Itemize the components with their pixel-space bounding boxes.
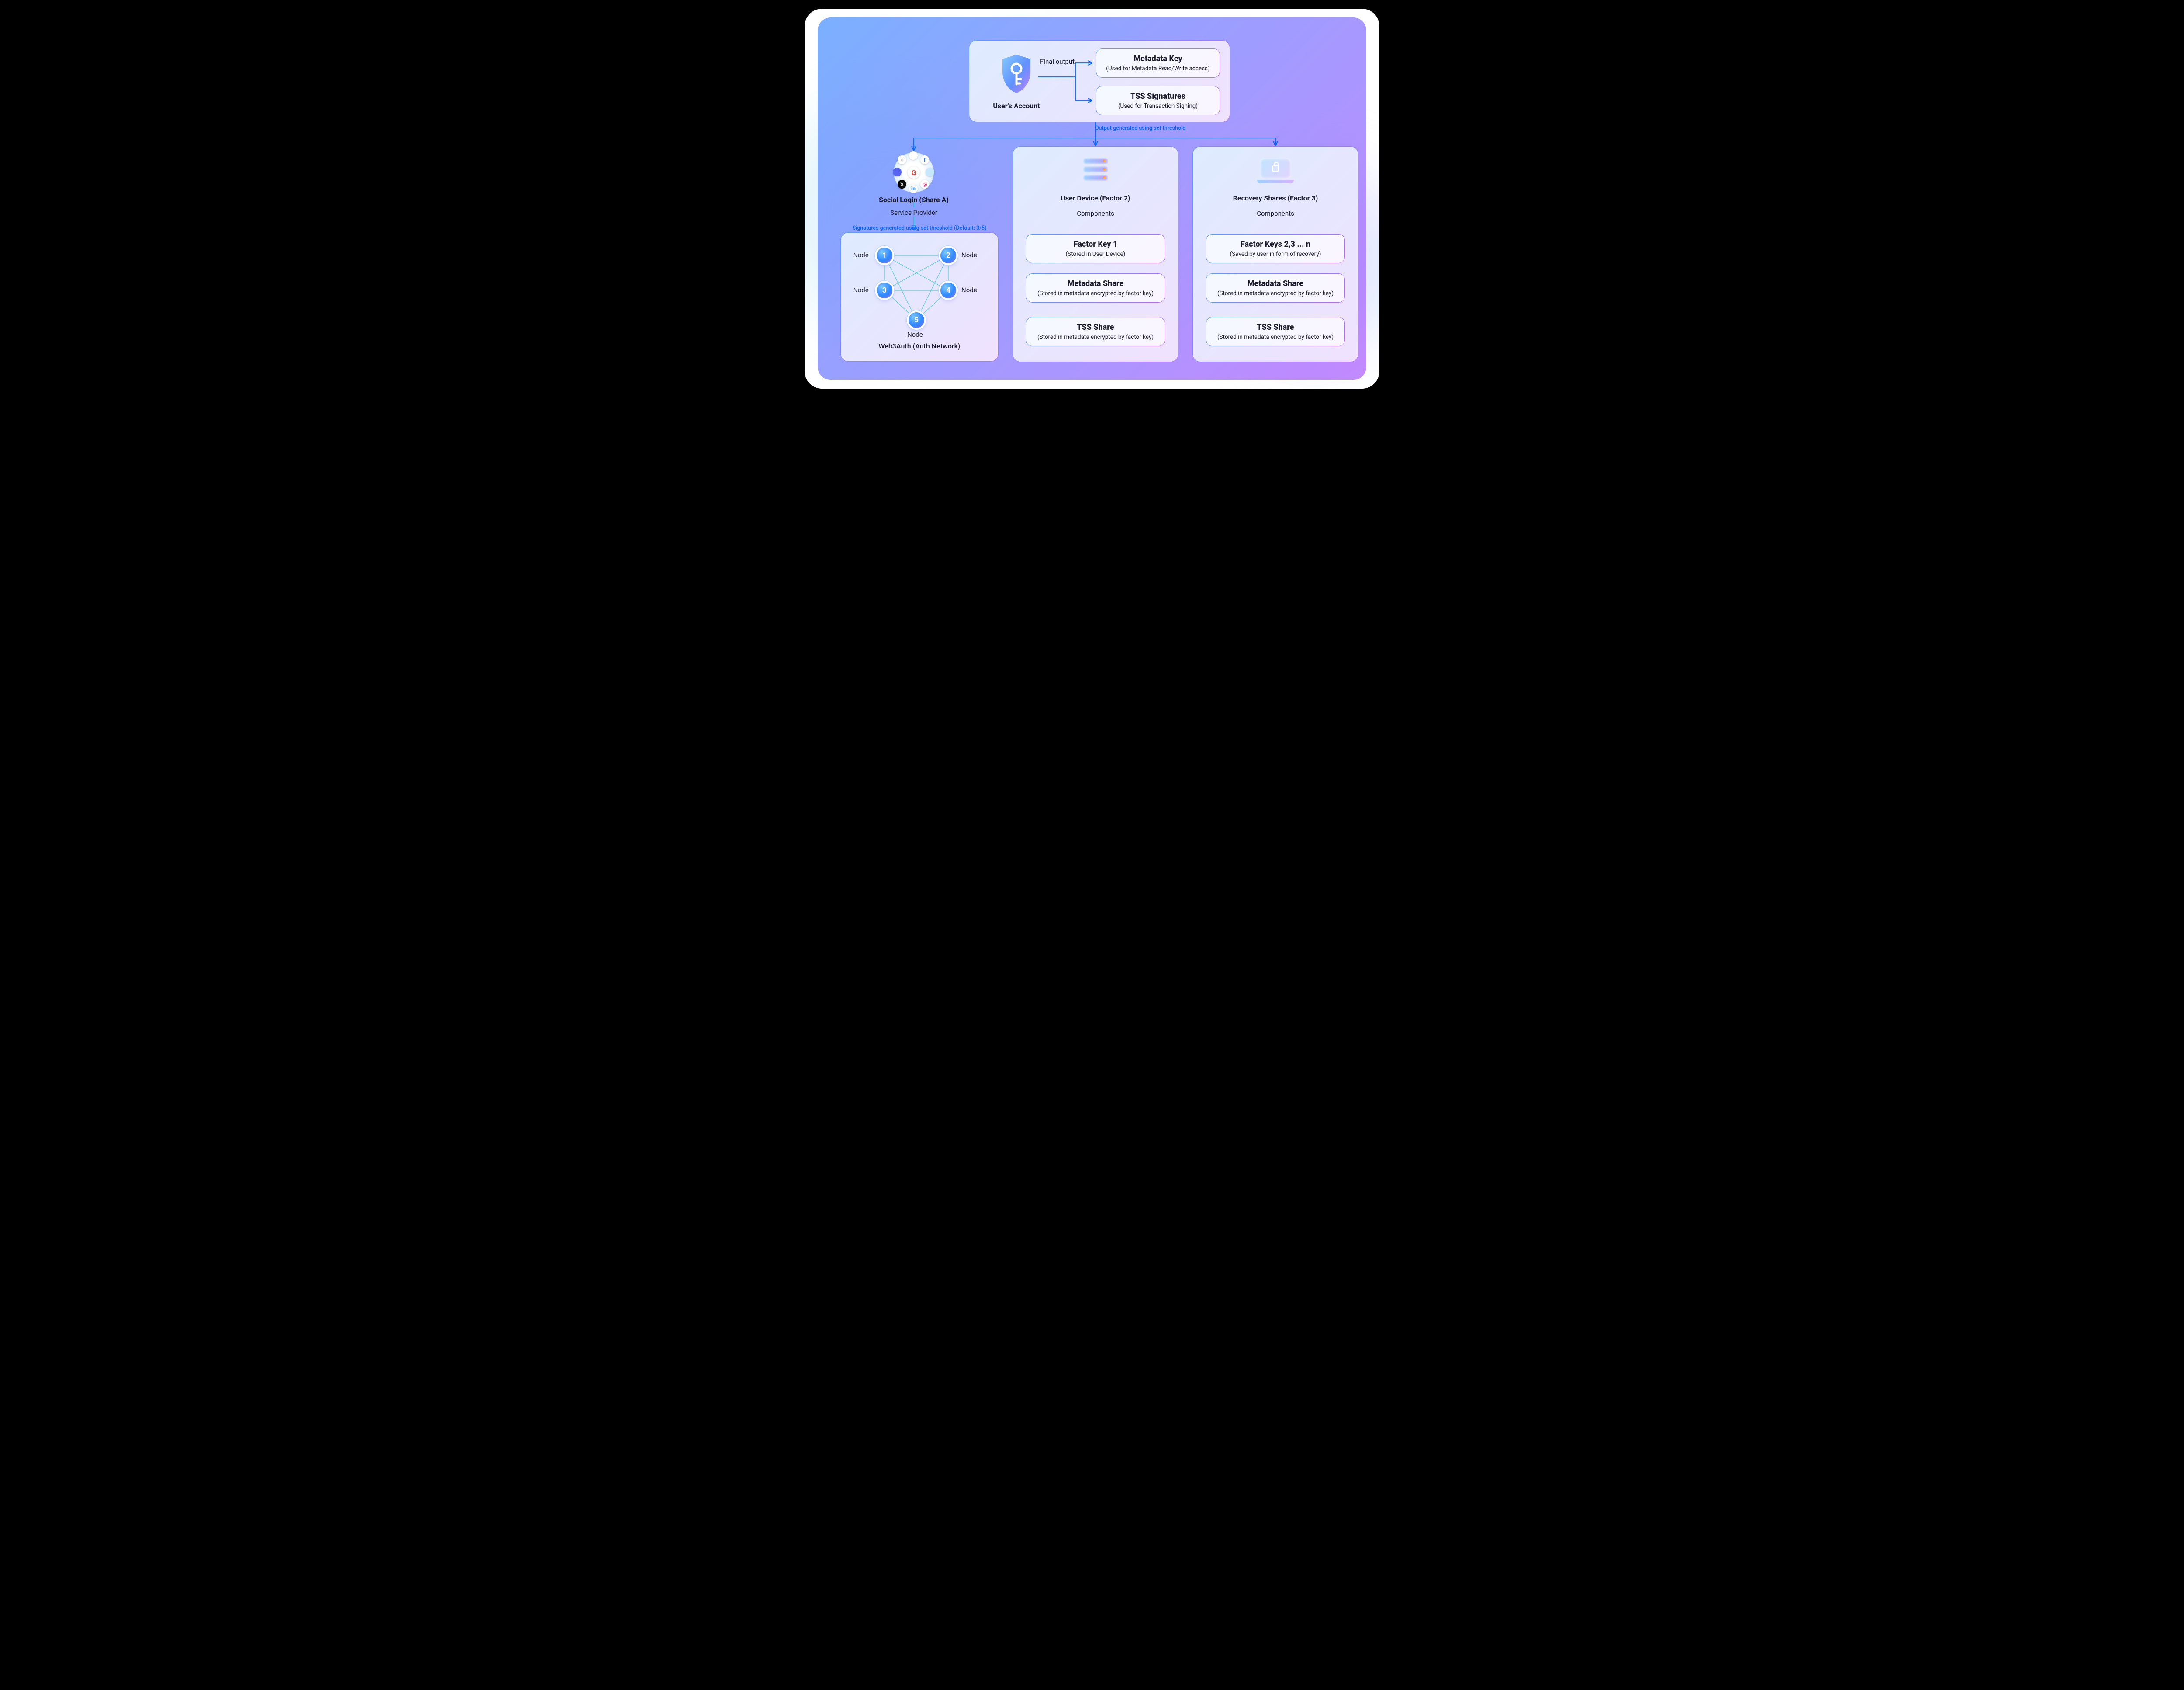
- service-provider-label: Service Provider: [870, 209, 957, 217]
- box-sub: (Saved by user in form of recovery): [1211, 251, 1340, 258]
- box-sub: (Stored in metadata encrypted by factor …: [1031, 290, 1160, 297]
- box-sub: (Stored in User Device): [1031, 251, 1160, 258]
- box-title: TSS Share: [1031, 323, 1160, 332]
- output-threshold-caption: Output generated using set threshold: [1095, 125, 1185, 131]
- diagram-canvas: User's Account Final output Metadata Key…: [805, 9, 1379, 389]
- tss-sig-sub: (Used for Transaction Signing): [1101, 103, 1215, 110]
- social-login-title: Social Login (Share A): [870, 196, 957, 204]
- node-2: 2: [940, 248, 956, 263]
- user-account-label: User's Account: [990, 102, 1043, 110]
- tss-sig-box: TSS Signatures (Used for Transaction Sig…: [1096, 86, 1220, 115]
- box-title: TSS Share: [1211, 323, 1340, 332]
- node-label: Node: [853, 286, 869, 294]
- metadata-share-box: Metadata Share (Stored in metadata encry…: [1026, 273, 1165, 303]
- recovery-shares-card: Recovery Shares (Factor 3) Components Fa…: [1192, 146, 1358, 362]
- social-login-cluster-icon: G ○ f 𝕏 ◎ in: [894, 153, 933, 192]
- node-4: 4: [940, 283, 956, 298]
- recovery-title: Recovery Shares (Factor 3): [1193, 194, 1358, 202]
- metadata-key-sub: (Used for Metadata Read/Write access): [1101, 65, 1215, 72]
- box-title: Factor Key 1: [1031, 240, 1160, 249]
- metadata-share-box: Metadata Share (Stored in metadata encry…: [1206, 273, 1345, 303]
- signatures-threshold-caption: Signatures generated using set threshold…: [840, 225, 999, 231]
- server-icon: [1083, 158, 1108, 183]
- tss-share-box: TSS Share (Stored in metadata encrypted …: [1206, 317, 1345, 346]
- laptop-lock-icon: [1257, 158, 1294, 184]
- node-1: 1: [877, 248, 892, 263]
- auth-network-card: 1 2 3 4 5 Node Node Node Node Node Web3A…: [840, 232, 999, 362]
- metadata-key-title: Metadata Key: [1101, 54, 1215, 63]
- user-device-card: User Device (Factor 2) Components Factor…: [1013, 146, 1178, 362]
- node-5: 5: [909, 312, 924, 328]
- node-label: Node: [907, 331, 923, 338]
- tss-sig-title: TSS Signatures: [1101, 92, 1215, 101]
- node-label: Node: [853, 251, 869, 259]
- box-title: Metadata Share: [1211, 279, 1340, 288]
- tss-share-box: TSS Share (Stored in metadata encrypted …: [1026, 317, 1165, 346]
- box-sub: (Stored in metadata encrypted by factor …: [1211, 334, 1340, 341]
- box-title: Metadata Share: [1031, 279, 1160, 288]
- shield-key-icon: [999, 53, 1034, 95]
- node-3: 3: [877, 283, 892, 298]
- box-title: Factor Keys 2,3 ... n: [1211, 240, 1340, 249]
- final-output-label: Final output: [1040, 58, 1075, 66]
- users-account-group: User's Account Final output Metadata Key…: [969, 40, 1230, 122]
- factor-keys-box: Factor Keys 2,3 ... n (Saved by user in …: [1206, 234, 1345, 263]
- box-sub: (Stored in metadata encrypted by factor …: [1211, 290, 1340, 297]
- components-label: Components: [1013, 210, 1178, 217]
- node-label: Node: [961, 251, 977, 259]
- auth-network-label: Web3Auth (Auth Network): [841, 342, 998, 350]
- user-device-title: User Device (Factor 2): [1013, 194, 1178, 202]
- box-sub: (Stored in metadata encrypted by factor …: [1031, 334, 1160, 341]
- factor-key-1-box: Factor Key 1 (Stored in User Device): [1026, 234, 1165, 263]
- components-label: Components: [1193, 210, 1358, 217]
- metadata-key-box: Metadata Key (Used for Metadata Read/Wri…: [1096, 48, 1220, 78]
- node-label: Node: [961, 286, 977, 294]
